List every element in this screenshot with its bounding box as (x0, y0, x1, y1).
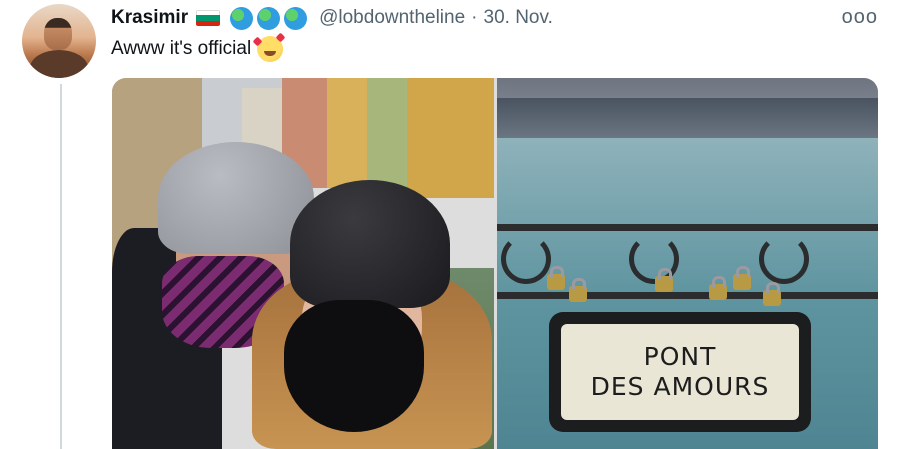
mountains (497, 98, 878, 138)
avatar-shoulders (30, 50, 88, 78)
love-lock (733, 266, 751, 290)
black-mask (284, 300, 424, 432)
photo-bridge[interactable]: PONT DES AMOURS (497, 78, 878, 449)
black-beanie (290, 180, 450, 308)
tweet-date[interactable]: 30. Nov. (484, 7, 553, 29)
display-name[interactable]: Krasimir (111, 7, 188, 29)
globe-icon (230, 6, 254, 30)
love-lock (655, 268, 673, 292)
tweet-media: PONT DES AMOURS (112, 78, 878, 449)
smiling-face-with-hearts-icon (252, 32, 286, 62)
tweet-header: Krasimir @lobdowntheline · 30. Nov. (111, 5, 553, 31)
love-lock (763, 282, 781, 306)
handle[interactable]: @lobdowntheline (319, 7, 465, 29)
tweet-text-content: Awww it's official (111, 38, 252, 59)
avatar-head (44, 18, 72, 50)
building (327, 78, 367, 188)
building (407, 78, 494, 198)
love-lock (709, 276, 727, 300)
tweet-text: Awww it's official (111, 32, 286, 62)
avatar[interactable] (22, 4, 96, 78)
railing-bottom (497, 292, 878, 299)
sign-line-1: PONT (643, 342, 717, 371)
love-lock (569, 278, 587, 302)
bulgaria-flag-icon (196, 10, 221, 26)
sign-plate: PONT DES AMOURS (561, 324, 799, 420)
railing-top (497, 224, 878, 231)
railing-scroll (501, 234, 551, 284)
sign-line-2: DES AMOURS (590, 372, 770, 401)
photo-couple[interactable] (112, 78, 494, 449)
globe-icon (284, 6, 308, 30)
building (367, 78, 407, 188)
thread-line (60, 84, 62, 449)
separator-dot: · (471, 7, 478, 28)
globe-icon (257, 6, 281, 30)
more-icon[interactable]: ooo (842, 6, 878, 29)
bridge-sign: PONT DES AMOURS (549, 312, 811, 432)
love-lock (547, 266, 565, 290)
railing-scroll (759, 234, 809, 284)
